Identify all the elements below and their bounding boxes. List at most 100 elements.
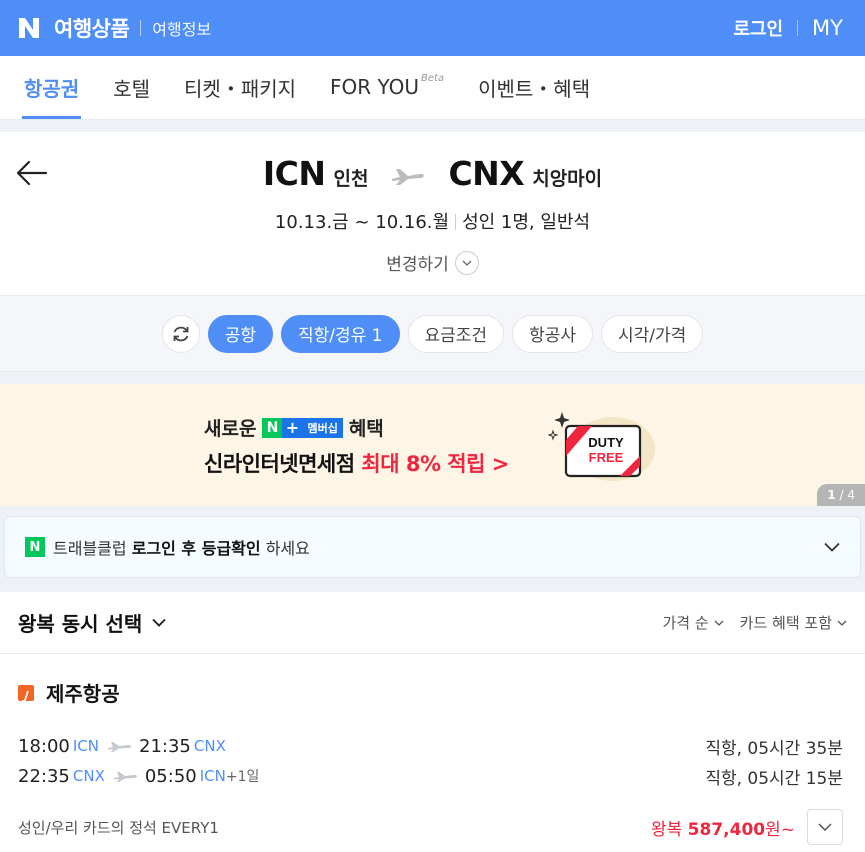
plane-icon <box>113 772 137 782</box>
flight-duration: 직항, 05시간 35분 <box>705 738 843 759</box>
sort-price-dropdown[interactable]: 가격 순 <box>662 612 724 633</box>
badge-n: N <box>262 417 283 438</box>
filter-direct-transfer[interactable]: 직항/경유 1 <box>280 314 400 353</box>
top-bar: 여행상품 여행정보 로그인 MY <box>0 0 865 56</box>
sort-price-label: 가격 순 <box>662 614 709 632</box>
plane-icon <box>108 742 131 752</box>
price-amount: 587,400 <box>687 819 766 840</box>
jeju-air-logo-icon <box>18 684 34 702</box>
departure-airport: CNX <box>72 767 105 785</box>
badge-membership: 멤버십 <box>302 417 343 438</box>
filter-bar: 공항 직항/경유 1 요금조건 항공사 시각/가격 <box>0 296 865 372</box>
banner-text: 혜택 <box>348 418 384 440</box>
notice-text: 트래블클럽 로그인 후 등급확인 하세요 <box>53 535 310 559</box>
arrival-airport: CNX <box>193 737 226 755</box>
roundtrip-price: 왕복 587,400원~ <box>651 815 795 840</box>
banner-text: 새로운 <box>204 418 257 440</box>
chevron-down-icon <box>818 823 832 831</box>
passenger-info: 성인 1명, 일반석 <box>462 212 591 233</box>
banner-line-2: 신라인터넷면세점 최대 8% 적립 > <box>204 448 509 478</box>
banner-line-1: 새로운 N + 멤버십 혜택 <box>204 414 384 441</box>
arrival-airport: ICN <box>199 767 226 785</box>
naver-logo-icon[interactable] <box>18 17 40 39</box>
notice-post: 하세요 <box>265 539 310 558</box>
duty-free-ticket-icon: DUTY FREE <box>548 412 655 481</box>
travel-info-link[interactable]: 여행정보 <box>152 16 211 40</box>
notice-wrapper: N 트래블클럽 로그인 후 등급확인 하세요 <box>0 506 865 592</box>
promo-banner[interactable]: 새로운 N + 멤버십 혜택 신라인터넷면세점 최대 8% 적립 > DUTY … <box>0 384 865 506</box>
departure-time: 18:00 <box>18 735 70 757</box>
airline-name: 제주항공 <box>46 682 120 706</box>
tab-label: 티켓・패키지 <box>184 76 297 101</box>
card-benefit-dropdown[interactable]: 카드 혜택 포함 <box>740 612 847 633</box>
refresh-button[interactable] <box>161 314 200 353</box>
my-button[interactable]: MY <box>812 16 843 40</box>
free-text: FREE <box>589 450 624 465</box>
destination-code: CNX <box>448 154 525 193</box>
banner-highlight: 최대 8% 적립 > <box>361 452 509 476</box>
return-leg: 22:35 CNX 05:50 ICN +1일 직항, 05시간 15분 <box>18 761 843 791</box>
sort-options: 가격 순 카드 혜택 포함 <box>646 612 847 633</box>
chevron-down-icon <box>152 618 166 627</box>
route-header: ICN 인천 CNX 치앙마이 10.13.금 ~ 10.16.월 성인 1명, … <box>0 132 865 296</box>
chevron-down-icon <box>714 620 724 626</box>
next-day-badge: +1일 <box>225 769 260 785</box>
chevron-down-icon <box>837 620 847 626</box>
outbound-leg: 18:00 ICN 21:35 CNX 직항, 05시간 35분 <box>18 731 843 761</box>
filter-fare-conditions[interactable]: 요금조건 <box>407 314 505 353</box>
category-tabs: 항공권 호텔 티켓・패키지 FOR YOU Beta 이벤트・혜택 <box>0 56 865 120</box>
tab-flights[interactable]: 항공권 <box>21 55 82 119</box>
chevron-down-icon <box>824 542 840 552</box>
origin-code: ICN <box>262 154 326 193</box>
flight-legs: 18:00 ICN 21:35 CNX 직항, 05시간 35분 22:35 C… <box>18 731 843 791</box>
tab-label: 호텔 <box>113 76 151 101</box>
filter-time-price[interactable]: 시각/가격 <box>600 314 704 353</box>
flight-card[interactable]: 제주항공 18:00 ICN 21:35 CNX 직항, 05시간 35분 22… <box>0 654 865 845</box>
flight-duration: 직항, 05시간 15분 <box>705 768 843 789</box>
departure-time: 22:35 <box>18 765 70 787</box>
change-button[interactable]: 변경하기 <box>0 250 865 275</box>
refresh-icon <box>173 326 189 341</box>
trip-dates: 10.13.금 ~ 10.16.월 <box>274 212 450 233</box>
section-gap <box>0 120 865 132</box>
expand-button[interactable] <box>807 809 843 845</box>
divider <box>797 20 799 36</box>
tab-label: 항공권 <box>24 76 80 101</box>
departure-airport: ICN <box>72 737 99 755</box>
plane-icon <box>392 169 425 185</box>
filter-airline[interactable]: 항공사 <box>512 314 593 353</box>
chevron-down-icon <box>454 250 479 275</box>
roundtrip-select-toggle[interactable]: 왕복 동시 선택 <box>18 608 166 637</box>
pager-current: 1 <box>827 488 836 502</box>
tab-label: 이벤트・혜택 <box>478 76 591 101</box>
pager-total: / 4 <box>839 488 856 502</box>
travel-club-notice[interactable]: N 트래블클럽 로그인 후 등급확인 하세요 <box>4 516 861 578</box>
card-benefit-label: 카드 혜택 포함 <box>739 614 832 632</box>
divider <box>140 20 142 36</box>
brand-title[interactable]: 여행상품 <box>54 13 130 43</box>
sort-bar: 왕복 동시 선택 가격 순 카드 혜택 포함 <box>0 592 865 654</box>
sort-title-label: 왕복 동시 선택 <box>18 612 143 636</box>
filter-airport[interactable]: 공항 <box>207 314 273 353</box>
price-prefix: 왕복 <box>650 819 683 840</box>
top-right-menu: 로그인 MY <box>733 15 847 41</box>
trip-summary: 10.13.금 ~ 10.16.월 성인 1명, 일반석 <box>0 208 865 234</box>
origin-city: 인천 <box>333 168 369 190</box>
naver-n-icon: N <box>25 537 45 557</box>
destination-city: 치앙마이 <box>532 168 603 190</box>
card-discount-label: 성인/우리 카드의 정석 EVERY1 <box>18 818 219 837</box>
login-button[interactable]: 로그인 <box>733 15 783 41</box>
banner-pager: 1 / 4 <box>817 484 865 506</box>
arrival-time: 21:35 <box>139 735 191 757</box>
tab-events-benefits[interactable]: 이벤트・혜택 <box>478 55 590 119</box>
change-label: 변경하기 <box>386 255 449 275</box>
notice-bold: 로그인 후 등급확인 <box>131 539 261 558</box>
duty-text: DUTY <box>588 435 624 450</box>
tab-tickets-packages[interactable]: 티켓・패키지 <box>184 55 296 119</box>
tab-hotels[interactable]: 호텔 <box>113 55 150 119</box>
badge-plus: + <box>282 417 303 438</box>
route-line: ICN 인천 CNX 치앙마이 <box>0 154 865 193</box>
tab-for-you[interactable]: FOR YOU Beta <box>330 55 444 119</box>
price-row: 성인/우리 카드의 정석 EVERY1 왕복 587,400원~ <box>18 809 843 845</box>
tab-label: FOR YOU <box>330 75 420 99</box>
